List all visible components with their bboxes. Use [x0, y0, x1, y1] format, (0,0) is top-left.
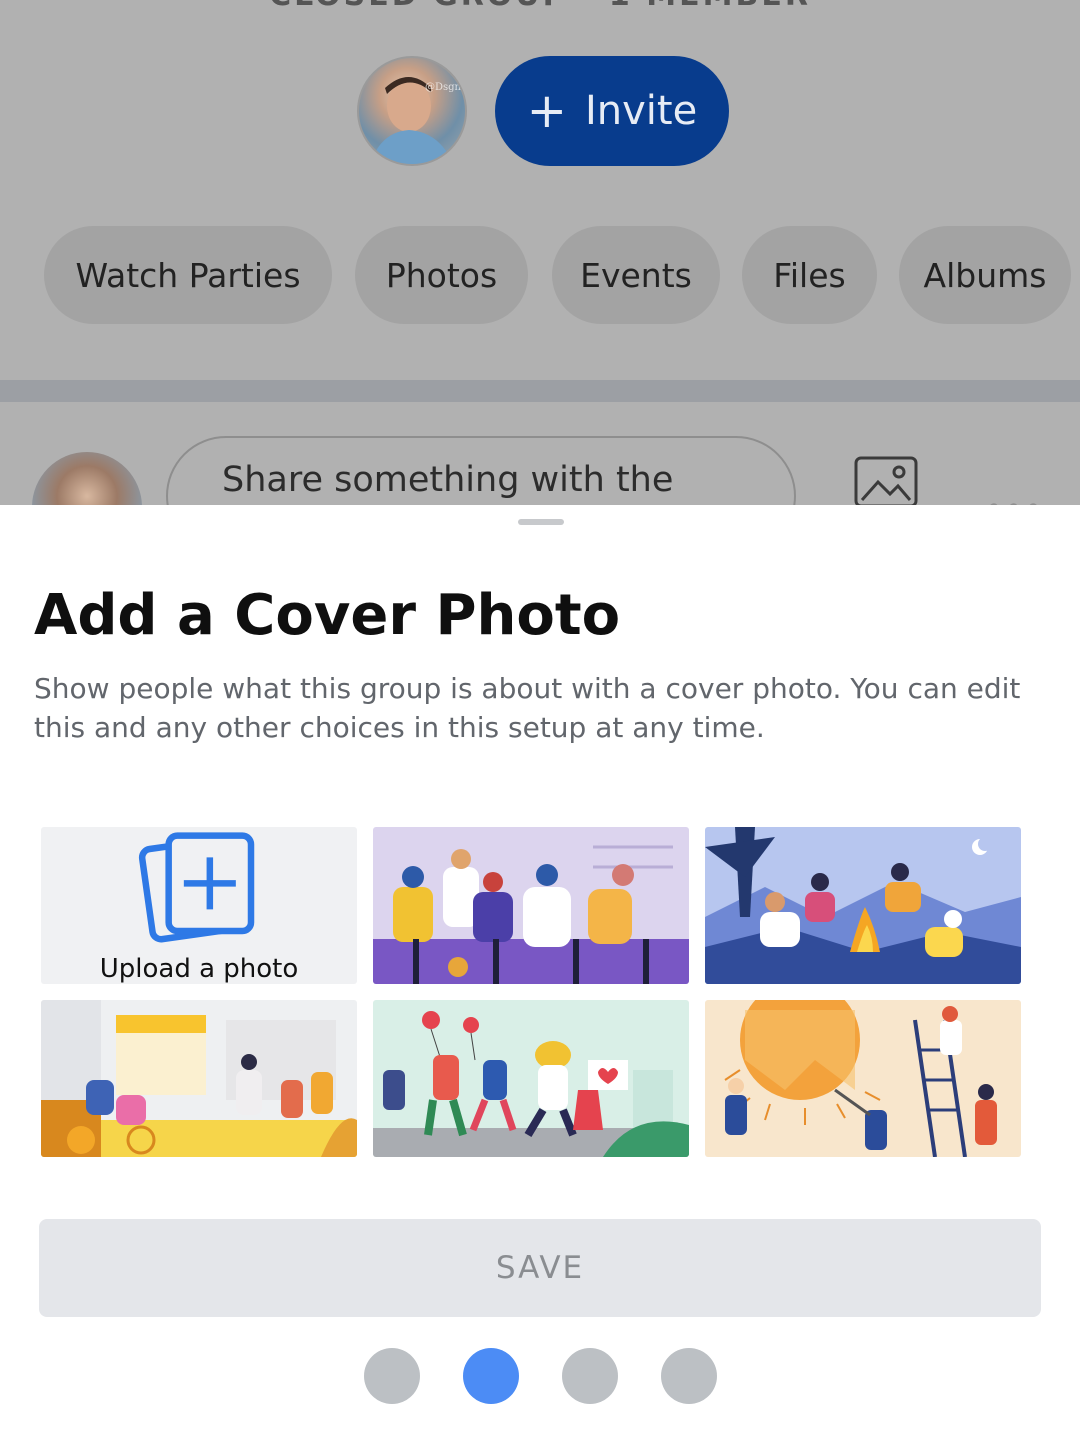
- sheet-description: Show people what this group is about wit…: [34, 672, 1021, 744]
- add-photo-icon: [138, 832, 255, 943]
- sheet-drag-handle[interactable]: [518, 519, 564, 525]
- save-button[interactable]: SAVE: [39, 1219, 1041, 1317]
- cover-photo-sheet: Add a Cover Photo Show people what this …: [0, 505, 1080, 1440]
- chip-albums[interactable]: Albums: [899, 226, 1071, 324]
- upload-photo-tile[interactable]: Upload a photo: [41, 827, 357, 984]
- chip-watch-parties[interactable]: Watch Parties: [44, 226, 332, 324]
- page-dot-2-active: [463, 1348, 519, 1404]
- cover-option-street[interactable]: [41, 1000, 357, 1157]
- composer-avatar[interactable]: [32, 452, 142, 505]
- cover-option-campfire[interactable]: [705, 827, 1021, 984]
- sheet-title: Add a Cover Photo: [34, 583, 621, 648]
- street-illustration: [41, 1000, 357, 1157]
- page-dot-3: [562, 1348, 618, 1404]
- cafe-illustration: [373, 827, 689, 984]
- cover-option-cafe[interactable]: [373, 827, 689, 984]
- painters-illustration: [705, 1000, 1021, 1157]
- chip-events[interactable]: Events: [552, 226, 720, 324]
- cover-photo-grid: Upload a photo: [41, 827, 1021, 1157]
- page-dot-1: [364, 1348, 420, 1404]
- composer-input[interactable]: Share something with the: [166, 436, 796, 505]
- page-dot-4: [661, 1348, 717, 1404]
- group-tabs: Watch Parties Photos Events Files Albums: [0, 226, 1080, 326]
- gallery-icon[interactable]: [852, 452, 922, 505]
- avatar-photo: @Dsgn: [370, 77, 462, 164]
- parade-illustration: [373, 1000, 689, 1157]
- cover-option-parade[interactable]: [373, 1000, 689, 1157]
- upload-photo-label: Upload a photo: [99, 954, 299, 984]
- chip-files[interactable]: Files: [742, 226, 877, 324]
- campfire-illustration: [705, 827, 1021, 984]
- invite-label: Invite: [584, 88, 698, 134]
- group-subtitle: CLOSED GROUP · 1 MEMBER: [0, 0, 1080, 13]
- svg-text:@Dsgn: @Dsgn: [425, 82, 462, 93]
- chip-photos[interactable]: Photos: [355, 226, 528, 324]
- plus-icon: +: [526, 83, 567, 139]
- more-icon[interactable]: •••: [985, 492, 1044, 505]
- group-page-background: CLOSED GROUP · 1 MEMBER @Dsgn + Invite W…: [0, 0, 1080, 505]
- section-divider: [0, 380, 1080, 402]
- member-avatar[interactable]: @Dsgn: [357, 56, 467, 166]
- setup-pagination: [0, 1348, 1080, 1404]
- invite-button[interactable]: + Invite: [495, 56, 729, 166]
- cover-option-painters[interactable]: [705, 1000, 1021, 1157]
